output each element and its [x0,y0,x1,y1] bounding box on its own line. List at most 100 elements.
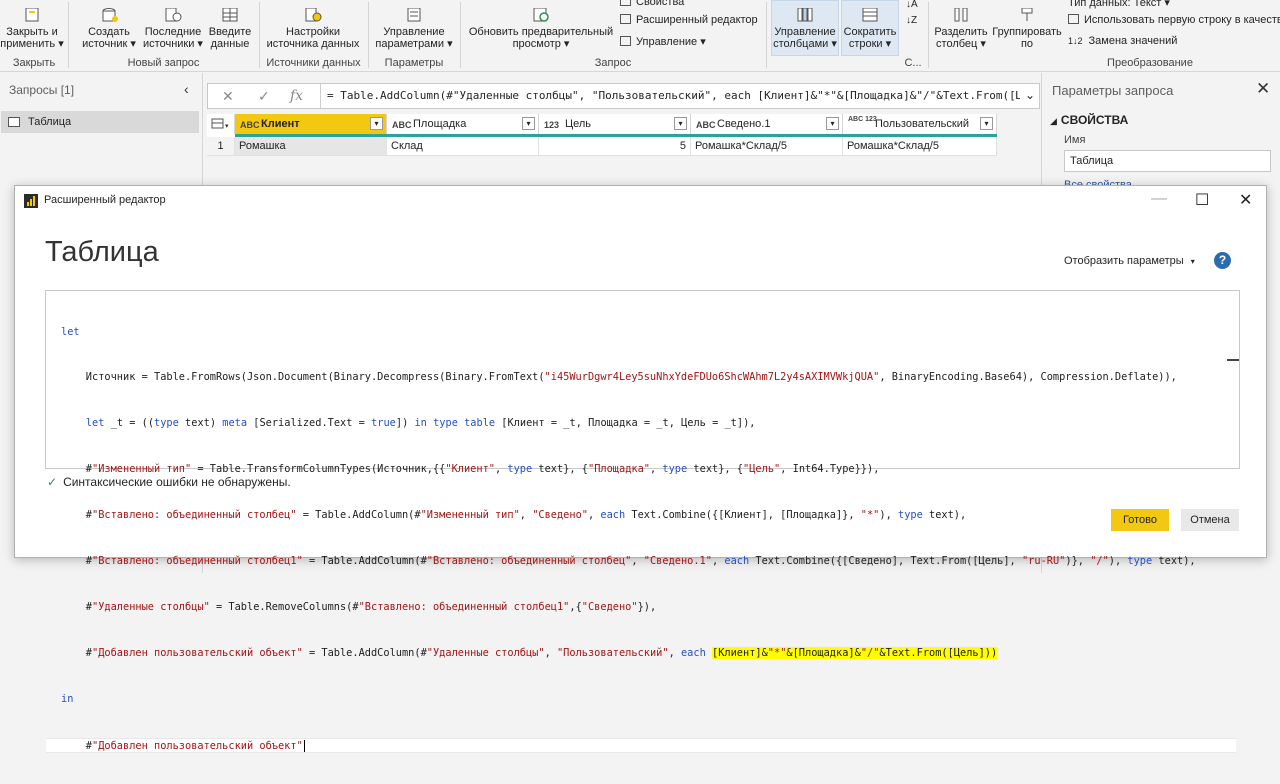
grid-corner-menu[interactable]: ▾ [207,114,235,134]
split-column-label-1: Разделить [934,26,988,38]
fx-icon[interactable]: fx [290,88,303,104]
code-token: Источник = Table.FromRows(Json.Document(… [61,371,1177,384]
source-settings-label-2: источника данных [266,38,360,50]
close-apply-icon [25,8,39,22]
code-token: let [61,325,80,338]
properties-section[interactable]: ◢ СВОЙСТВА [1050,113,1128,127]
help-icon[interactable]: ? [1214,252,1231,269]
expand-formula-icon[interactable]: ⌄ [1025,88,1035,102]
reduce-rows-label-2: строки ▾ [848,38,892,50]
recent-sources-label-2: источники ▾ [143,38,203,50]
data-type-dropdown[interactable]: Тип данных: Текст ▾ [1068,0,1170,9]
display-options-dropdown[interactable]: Отобразить параметры ▾ [1064,255,1195,267]
syntax-status: ✓ Синтаксические ошибки не обнаружены. [47,475,291,489]
group-label-transform: Преобразование [1107,57,1193,69]
ribbon: Закрыть и применить ▾ Создать источник ▾… [0,0,1280,72]
scroll-marker [1227,359,1239,361]
group-by-button[interactable]: Группировать по [990,8,1064,50]
data-grid: ▾ ABC Клиент ▾ ABC Площадка ▾ 123 Цель ▾… [207,114,997,156]
gear-icon [305,8,322,22]
grid-cell[interactable]: Склад [387,137,539,156]
table-icon [8,117,20,127]
sort-desc-button[interactable]: ↓Z [906,16,917,26]
grid-cell[interactable]: Ромашка*Склад/5 [691,137,843,156]
grid-cell[interactable]: Ромашка [235,137,387,156]
first-row-button[interactable]: Использовать первую строку в качеств [1068,14,1280,26]
filter-dropdown-icon[interactable]: ▾ [826,117,839,130]
close-apply-label-2: применить ▾ [0,38,64,50]
code-token: #"Добавлен пользовательский объект" [61,739,303,752]
advanced-editor-icon [620,14,631,24]
code-token: #"Вставлено: объединенный столбец1" = Ta… [61,555,1196,568]
cancel-formula-icon[interactable]: ✕ [222,88,234,105]
database-add-icon [102,8,118,22]
filter-dropdown-icon[interactable]: ▾ [980,117,993,130]
manage-params-button[interactable]: Управление параметрами ▾ [372,8,456,50]
group-label-close: Закрыть [12,57,56,69]
first-row-label: Использовать первую строку в качеств [1084,14,1280,26]
manage-params-label-2: параметрами ▾ [375,38,453,50]
group-label-parameters: Параметры [384,57,444,69]
manage-columns-button[interactable]: Управление столбцами ▾ [772,8,838,50]
grid-cell[interactable]: Ромашка*Склад/5 [843,137,997,156]
replace-values-button[interactable]: 1↓2 Замена значений [1068,35,1177,47]
collapse-queries-icon[interactable]: ‹ [184,81,189,97]
manage-icon [620,36,631,46]
columns-icon [797,8,813,22]
close-dialog-icon[interactable]: ✕ [1239,190,1252,210]
refresh-preview-label-1: Обновить предварительный [468,26,614,38]
close-icon[interactable]: ✕ [1256,79,1270,99]
split-column-button[interactable]: Разделить столбец ▾ [932,8,990,50]
query-settings-title: Параметры запроса [1052,83,1174,98]
done-button[interactable]: Готово [1111,509,1169,531]
query-name-input[interactable]: Таблица [1064,150,1271,172]
column-name: Сведено.1 [717,118,771,130]
code-token: #"Добавлен пользовательский объект" = Ta… [61,646,998,659]
checkmark-icon: ✓ [47,475,58,489]
source-settings-button[interactable]: Настройки источника данных [262,8,364,50]
column-header-client[interactable]: ABC Клиент ▾ [235,114,387,134]
filter-dropdown-icon[interactable]: ▾ [674,117,687,130]
filter-dropdown-icon[interactable]: ▾ [370,117,383,130]
commit-formula-icon[interactable]: ✓ [258,88,270,105]
column-header-custom[interactable]: ABC 123 Пользовательский ▾ [843,114,997,134]
properties-button[interactable]: Свойства [620,0,684,8]
properties-section-label: СВОЙСТВА [1060,113,1129,127]
column-header-goal[interactable]: 123 Цель ▾ [539,114,691,134]
column-header-merged[interactable]: ABC Сведено.1 ▾ [691,114,843,134]
close-apply-button[interactable]: Закрыть и применить ▾ [0,8,64,50]
reduce-rows-button[interactable]: Сократить строки ▾ [842,8,898,50]
code-token: let _t = ((type text) meta [Serialized.T… [85,417,756,430]
enter-data-button[interactable]: Введите данные [206,8,254,50]
split-column-label-2: столбец ▾ [936,38,986,50]
chevron-down-icon: ▾ [1190,257,1195,266]
create-source-button[interactable]: Создать источник ▾ [78,8,140,50]
grid-cell[interactable]: 5 [539,137,691,156]
code-line: let [46,325,1236,340]
filter-dropdown-icon[interactable]: ▾ [522,117,535,130]
reduce-rows-label-1: Сократить [843,26,897,38]
column-header-place[interactable]: ABC Площадка ▾ [387,114,539,134]
manage-columns-label-2: столбцами ▾ [773,38,837,50]
cancel-button[interactable]: Отмена [1181,509,1239,531]
query-item-table[interactable]: Таблица [1,111,199,133]
rows-icon [862,8,878,22]
manage-button[interactable]: Управление ▾ [620,35,706,48]
type-integer-icon: 123 [544,120,560,130]
formula-input[interactable]: = Table.AddColumn(#"Удаленные столбцы", … [320,84,1020,108]
type-any-icon: ABC 123 [848,116,877,123]
recent-sources-button[interactable]: Последние источники ▾ [140,8,206,50]
code-editor[interactable]: let Источник = Table.FromRows(Json.Docum… [45,290,1240,753]
maximize-icon[interactable]: ☐ [1195,190,1209,210]
group-label-data-sources: Источники данных [266,57,361,69]
minimize-icon[interactable]: — [1151,190,1167,208]
code-token: #"Удаленные столбцы" = Table.RemoveColum… [61,600,657,613]
manage-label: Управление ▾ [636,36,706,48]
name-label: Имя [1064,134,1086,146]
sort-asc-button[interactable]: ↓A [906,0,918,10]
group-label-query: Запрос [594,57,632,69]
code-content[interactable]: let Источник = Table.FromRows(Json.Docum… [46,294,1236,784]
advanced-editor-button[interactable]: Расширенный редактор [620,14,758,26]
refresh-preview-button[interactable]: Обновить предварительный просмотр ▾ [464,8,618,50]
enter-data-label-2: данные [210,38,250,50]
